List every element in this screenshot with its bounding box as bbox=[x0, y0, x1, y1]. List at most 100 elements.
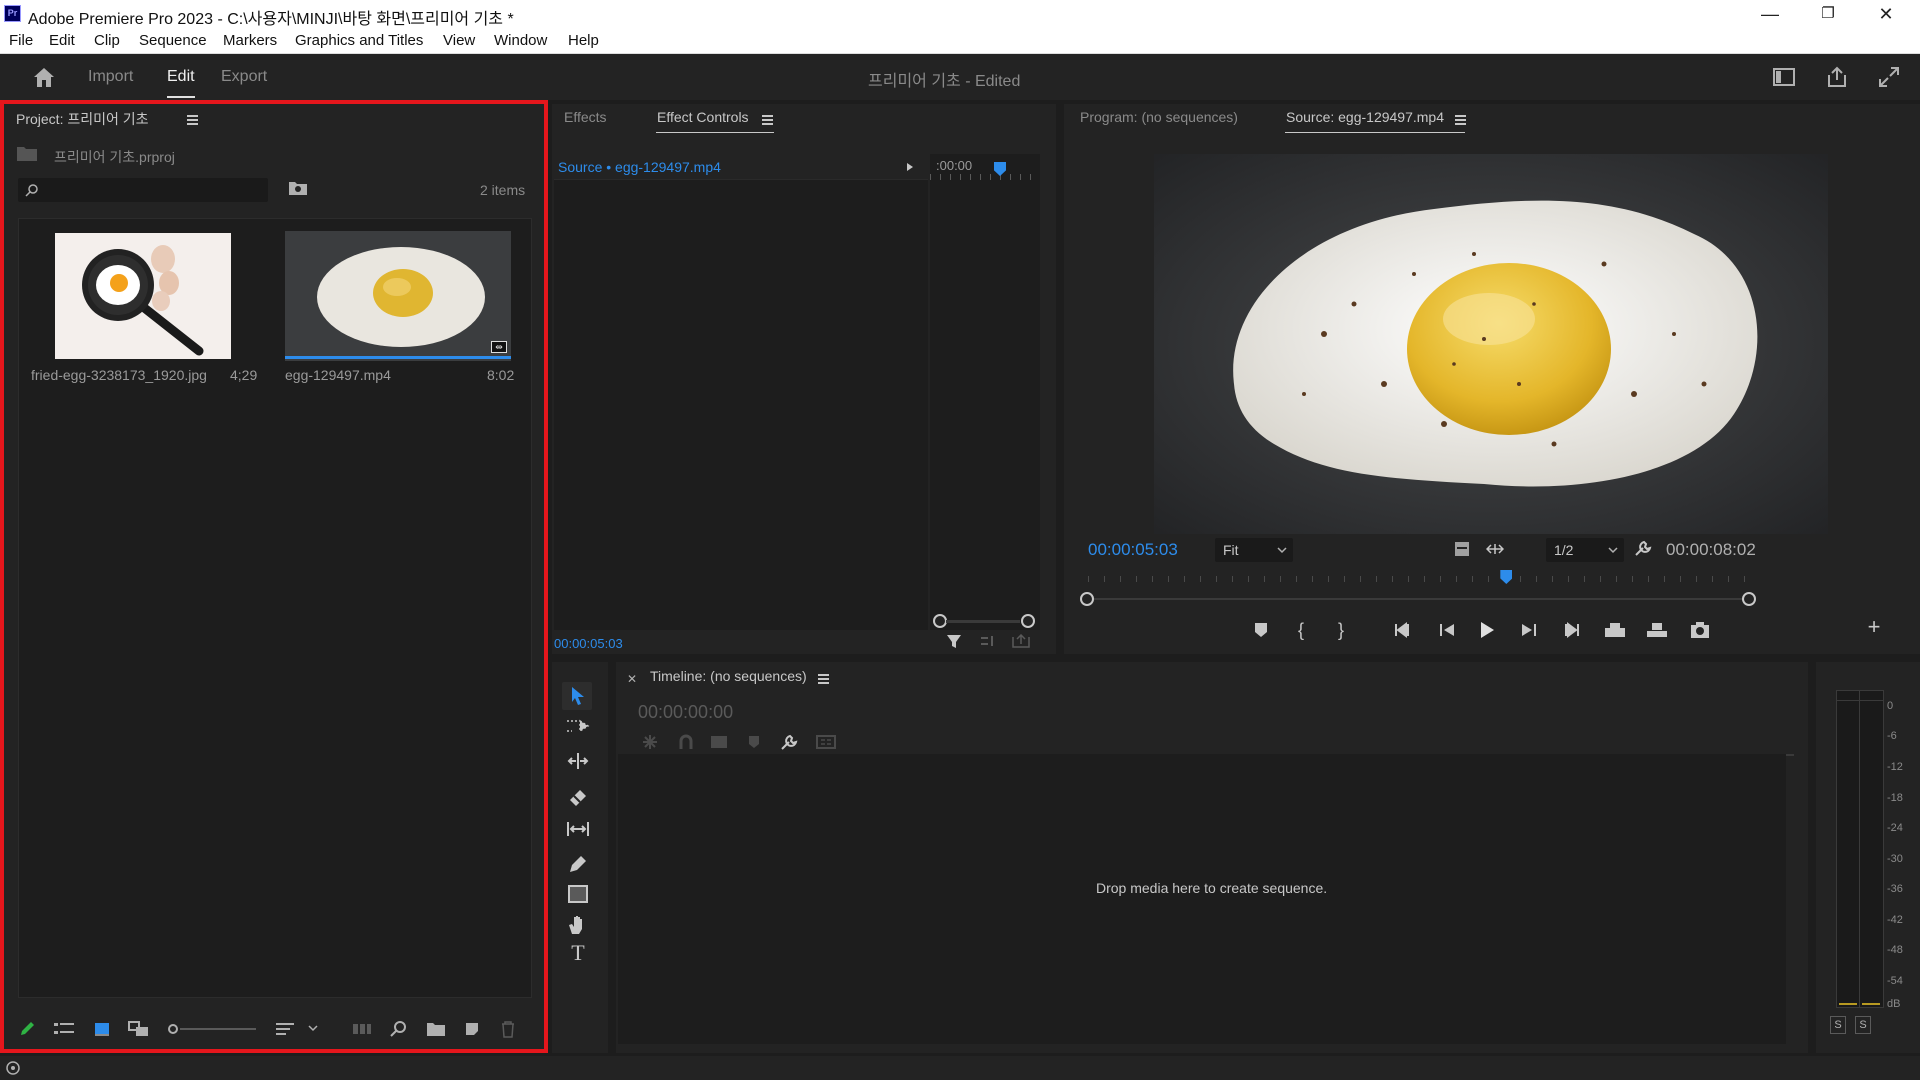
source-video-frame[interactable] bbox=[1154, 154, 1828, 534]
menu-edit[interactable]: Edit bbox=[49, 32, 75, 49]
zoom-slider-track[interactable] bbox=[180, 1028, 256, 1030]
solo-left-button[interactable]: S bbox=[1830, 1016, 1846, 1034]
sort-icon[interactable] bbox=[276, 1022, 294, 1036]
add-button-icon[interactable]: + bbox=[1864, 616, 1884, 638]
add-marker-icon[interactable] bbox=[1254, 622, 1268, 638]
tab-export[interactable]: Export bbox=[221, 68, 267, 86]
tab-effect-controls[interactable]: Effect Controls bbox=[657, 109, 749, 125]
menu-help[interactable]: Help bbox=[568, 32, 599, 49]
menu-window[interactable]: Window bbox=[494, 32, 547, 49]
selection-tool-icon[interactable] bbox=[570, 686, 586, 706]
drag-audio-only-icon[interactable] bbox=[1486, 542, 1504, 556]
chevron-down-icon[interactable] bbox=[308, 1024, 318, 1032]
freeform-view-icon[interactable] bbox=[128, 1020, 150, 1038]
zoom-scroll-bar[interactable] bbox=[1094, 598, 1744, 600]
hand-tool-icon[interactable] bbox=[566, 914, 590, 936]
minimize-button[interactable]: — bbox=[1747, 2, 1793, 26]
pen-tool-icon[interactable] bbox=[566, 852, 590, 874]
share-icon[interactable] bbox=[1826, 66, 1848, 88]
ripple-edit-tool-icon[interactable] bbox=[566, 752, 590, 770]
track-select-tool-icon[interactable] bbox=[566, 718, 590, 736]
slip-tool-icon[interactable] bbox=[566, 820, 590, 838]
icon-view-icon[interactable] bbox=[94, 1021, 110, 1037]
zoom-dropdown[interactable]: Fit bbox=[1215, 538, 1293, 562]
add-marker-icon[interactable] bbox=[748, 734, 760, 750]
go-to-in-icon[interactable] bbox=[1394, 622, 1414, 638]
automate-to-sequence-icon[interactable] bbox=[352, 1022, 372, 1036]
close-button[interactable]: ✕ bbox=[1863, 2, 1909, 26]
menu-graphics-and-titles[interactable]: Graphics and Titles bbox=[295, 32, 423, 49]
home-icon[interactable] bbox=[32, 66, 56, 88]
thumbnail-fried-egg-image[interactable] bbox=[55, 233, 231, 359]
workspaces-icon[interactable] bbox=[1773, 68, 1795, 86]
panel-menu-icon[interactable] bbox=[818, 674, 829, 684]
play-icon[interactable] bbox=[1478, 620, 1496, 640]
project-panel-title[interactable]: Project: 프리미어 기초 bbox=[16, 109, 149, 129]
close-timeline-icon[interactable]: ✕ bbox=[626, 670, 638, 688]
menu-view[interactable]: View bbox=[443, 32, 475, 49]
thumbnail-egg-video[interactable]: ⇹ bbox=[285, 231, 511, 361]
fullscreen-icon[interactable] bbox=[1878, 66, 1900, 88]
tab-source-monitor[interactable]: Source: egg-129497.mp4 bbox=[1286, 109, 1444, 125]
new-bin-icon[interactable] bbox=[426, 1021, 446, 1037]
linked-selection-icon[interactable] bbox=[710, 734, 728, 750]
status-icon[interactable] bbox=[4, 1060, 22, 1076]
pencil-icon[interactable] bbox=[18, 1020, 36, 1038]
scroll-handle-left[interactable] bbox=[1080, 592, 1094, 606]
source-time-ruler[interactable] bbox=[1088, 576, 1752, 582]
mark-out-icon[interactable]: } bbox=[1334, 621, 1348, 639]
nest-sequence-icon[interactable] bbox=[642, 734, 658, 750]
list-view-icon[interactable] bbox=[54, 1021, 74, 1037]
item-name[interactable]: egg-129497.mp4 bbox=[285, 367, 391, 383]
item-name[interactable]: fried-egg-3238173_1920.jpg bbox=[31, 367, 207, 383]
source-current-timecode[interactable]: 00:00:05:03 bbox=[1088, 540, 1178, 560]
timeline-drop-area[interactable] bbox=[618, 754, 1786, 1044]
zoom-slider-handle[interactable] bbox=[168, 1024, 178, 1034]
snap-icon[interactable] bbox=[678, 734, 694, 750]
mark-in-icon[interactable]: { bbox=[1294, 621, 1308, 639]
camera-icon[interactable] bbox=[1690, 621, 1710, 639]
zoom-handle-left[interactable] bbox=[933, 614, 947, 628]
rectangle-tool-icon[interactable] bbox=[566, 884, 590, 904]
tab-program-monitor[interactable]: Program: (no sequences) bbox=[1080, 109, 1238, 125]
timeline-timecode[interactable]: 00:00:00:00 bbox=[638, 702, 733, 723]
export-frame-icon[interactable] bbox=[1012, 634, 1030, 648]
restore-button[interactable]: ❐ bbox=[1805, 2, 1851, 26]
step-forward-icon[interactable] bbox=[1520, 622, 1538, 638]
go-to-out-icon[interactable] bbox=[1560, 622, 1580, 638]
find-icon[interactable] bbox=[390, 1020, 408, 1038]
timeline-settings-wrench-icon[interactable] bbox=[780, 734, 798, 752]
loop-audio-icon[interactable] bbox=[980, 634, 998, 648]
zoom-handle-right[interactable] bbox=[1021, 614, 1035, 628]
tab-import[interactable]: Import bbox=[88, 68, 133, 86]
scroll-handle-right[interactable] bbox=[1742, 592, 1756, 606]
search-input[interactable] bbox=[18, 178, 268, 202]
step-back-icon[interactable] bbox=[1438, 622, 1456, 638]
captions-icon[interactable] bbox=[816, 735, 836, 749]
overwrite-icon[interactable] bbox=[1646, 622, 1668, 638]
resolution-dropdown[interactable]: 1/2 bbox=[1546, 538, 1624, 562]
new-item-icon[interactable] bbox=[464, 1021, 480, 1037]
razor-tool-icon[interactable] bbox=[566, 786, 590, 806]
menu-markers[interactable]: Markers bbox=[223, 32, 277, 49]
panel-menu-icon[interactable] bbox=[187, 115, 198, 125]
tab-edit[interactable]: Edit bbox=[167, 68, 195, 86]
type-tool-icon[interactable]: T bbox=[566, 942, 590, 964]
play-only-clip-icon[interactable] bbox=[906, 162, 914, 172]
new-search-bin-icon[interactable] bbox=[288, 180, 308, 196]
filter-icon[interactable] bbox=[946, 634, 964, 650]
tab-effects[interactable]: Effects bbox=[564, 109, 607, 125]
menu-clip[interactable]: Clip bbox=[94, 32, 120, 49]
drag-video-only-icon[interactable] bbox=[1454, 541, 1470, 557]
panel-menu-icon[interactable] bbox=[1455, 115, 1466, 125]
solo-right-button[interactable]: S bbox=[1855, 1016, 1871, 1034]
effect-source-label[interactable]: Source • egg-129497.mp4 bbox=[558, 159, 721, 175]
timeline-title[interactable]: Timeline: (no sequences) bbox=[650, 668, 807, 684]
insert-icon[interactable] bbox=[1604, 622, 1626, 638]
trash-icon[interactable] bbox=[500, 1020, 516, 1038]
panel-menu-icon[interactable] bbox=[762, 115, 773, 125]
menu-sequence[interactable]: Sequence bbox=[139, 32, 207, 49]
menu-file[interactable]: File bbox=[9, 32, 33, 49]
effect-timecode[interactable]: 00:00:05:03 bbox=[554, 636, 623, 651]
settings-wrench-icon[interactable] bbox=[1634, 540, 1652, 558]
